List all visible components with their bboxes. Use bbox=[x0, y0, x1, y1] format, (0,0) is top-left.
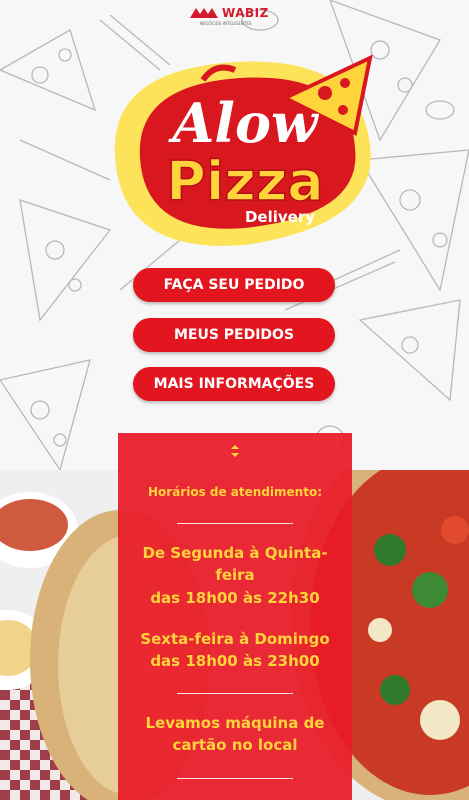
my-orders-label: MEUS PEDIDOS bbox=[173, 327, 295, 343]
divider bbox=[177, 523, 293, 524]
expand-collapse-icon[interactable] bbox=[228, 443, 242, 459]
brand-name: WABIZ bbox=[222, 6, 269, 20]
divider bbox=[177, 778, 293, 779]
logo-line-3: Delivery bbox=[245, 208, 315, 226]
info-panel: Horários de atendimento: De Segunda à Qu… bbox=[118, 433, 352, 800]
weekday-hours-line-2: feira bbox=[215, 566, 255, 584]
more-info-button[interactable]: MAIS INFORMAÇÕES bbox=[133, 367, 335, 401]
logo-line-2: Pizza bbox=[166, 150, 323, 213]
opening-hours-title: Horários de atendimento: bbox=[148, 485, 322, 499]
wabiz-brand: WABIZ bbox=[190, 6, 269, 20]
more-info-label: MAIS INFORMAÇÕES bbox=[153, 376, 315, 392]
place-order-label: FAÇA SEU PEDIDO bbox=[163, 277, 305, 293]
card-payment-line-1: Levamos máquina de bbox=[145, 714, 325, 732]
weekend-hours-line-2: das 18h00 às 23h00 bbox=[150, 652, 320, 670]
place-order-button[interactable]: FAÇA SEU PEDIDO bbox=[133, 268, 335, 302]
weekend-hours-line-1: Sexta-feira à Domingo bbox=[140, 630, 330, 648]
brand-tagline: NEGÓCIOS INTELIGENTES bbox=[200, 21, 252, 26]
alow-pizza-logo: Alow Pizza Delivery bbox=[114, 54, 373, 246]
wabiz-logo-icon bbox=[190, 8, 218, 18]
divider bbox=[177, 693, 293, 694]
my-orders-button[interactable]: MEUS PEDIDOS bbox=[133, 318, 335, 352]
logo-line-1: Alow bbox=[168, 91, 320, 155]
weekday-hours-line-1: De Segunda à Quinta- bbox=[142, 544, 328, 562]
weekday-hours-line-3: das 18h00 às 22h30 bbox=[150, 589, 320, 607]
card-payment-line-2: cartão no local bbox=[172, 736, 298, 754]
